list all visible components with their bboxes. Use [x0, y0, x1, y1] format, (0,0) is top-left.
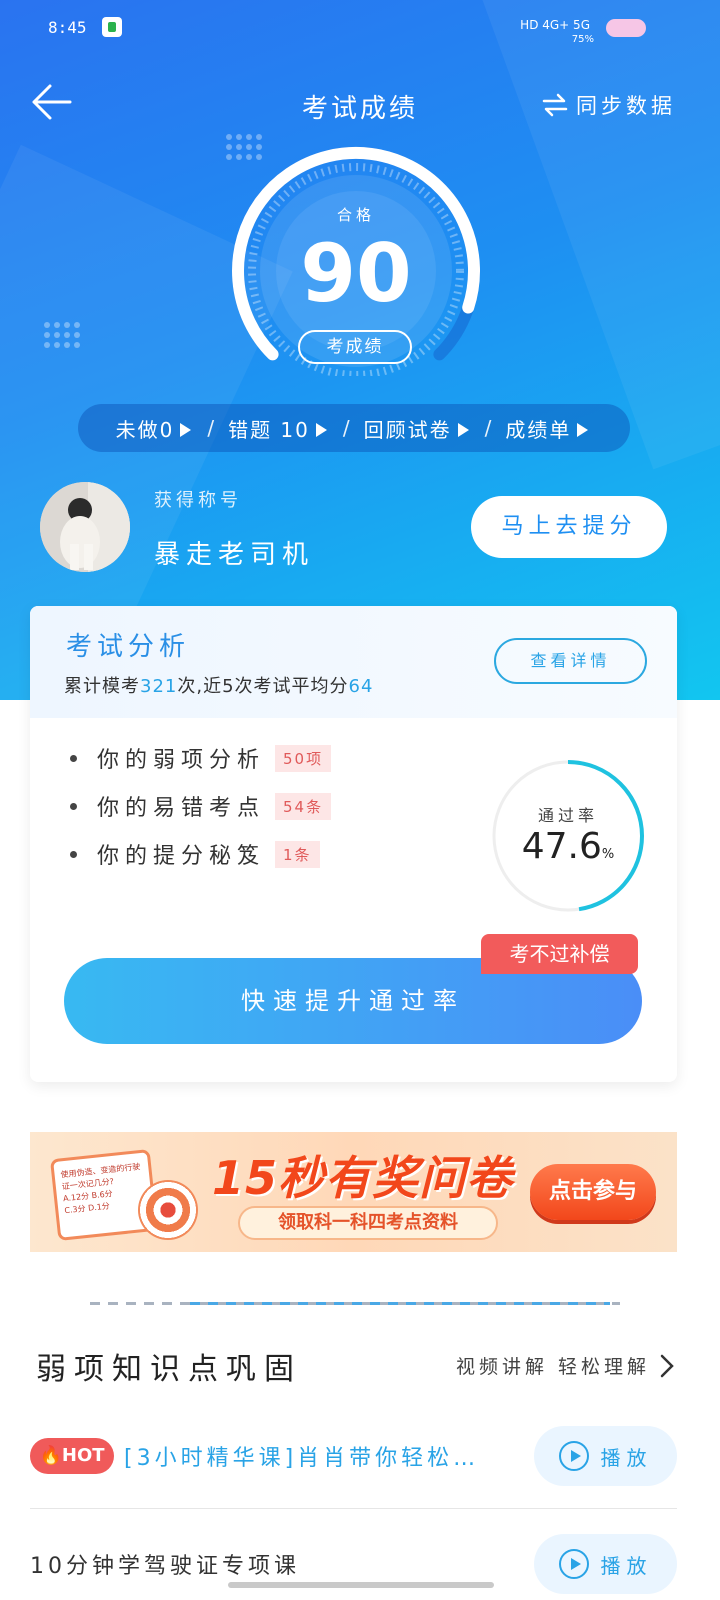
quick-link-wrong[interactable]: 错题 10 — [228, 414, 331, 443]
analysis-list: 你的弱项分析 50项 你的易错考点 54条 你的提分秘笈 1条 — [70, 734, 332, 878]
course-title: 10分钟学驾驶证专项课 — [30, 1554, 300, 1579]
page-indicator — [90, 1302, 620, 1305]
play-triangle-icon — [180, 422, 192, 437]
avatar[interactable] — [40, 482, 130, 572]
course-item[interactable]: 🔥HOT [3小时精华课]肖肖带你轻松… 播放 — [30, 1426, 677, 1486]
hot-badge: 🔥HOT — [30, 1438, 114, 1474]
nickname: 暴走老司机 — [154, 540, 315, 570]
separator: / — [207, 416, 217, 440]
play-icon — [558, 1549, 589, 1579]
count-badge: 50项 — [275, 744, 332, 772]
status-time: 8:45 — [48, 18, 87, 37]
battery-icon — [606, 19, 646, 37]
home-indicator — [228, 1582, 494, 1588]
play-triangle-icon — [315, 422, 327, 437]
avatar-image — [40, 482, 130, 572]
bullet — [70, 802, 77, 810]
bullet — [70, 850, 77, 858]
card-title: 考试分析 — [66, 632, 191, 662]
chevron-right-icon — [660, 1354, 674, 1377]
score-tag: 考成绩 — [298, 330, 412, 364]
bullet — [70, 754, 77, 762]
pass-rate-label: 通过率 — [537, 806, 598, 825]
swap-icon — [542, 93, 568, 117]
pass-rate-value: 47.6% — [521, 826, 615, 867]
separator: / — [342, 416, 352, 440]
improve-score-button[interactable]: 马上去提分 — [471, 496, 667, 558]
exam-score: 90 — [300, 227, 412, 320]
play-triangle-icon — [577, 422, 589, 437]
separator: / — [484, 416, 494, 440]
weak-section-more-link[interactable]: 视频讲解 轻松理解 — [456, 1352, 674, 1379]
banner-headline: 15秒有奖问卷 — [212, 1151, 514, 1205]
page-indicator-active — [190, 1302, 610, 1305]
decor-stripe — [482, 0, 720, 470]
banner-participate-button[interactable]: 点击参与 — [530, 1164, 656, 1220]
top-bar: 考试成绩 同步数据 — [0, 80, 720, 130]
view-details-button[interactable]: 查看详情 — [494, 638, 647, 684]
quick-link-undone[interactable]: 未做0 — [116, 414, 196, 443]
play-triangle-icon — [457, 422, 469, 437]
score-gauge: 合格 90 考成绩 — [226, 146, 486, 379]
network-indicator: HD 4G+ 5G — [520, 18, 590, 32]
exam-summary: 累计模考321次,近5次考试平均分64 — [64, 676, 374, 697]
target-icon — [138, 1180, 198, 1240]
list-item-tips[interactable]: 你的提分秘笈 1条 — [70, 830, 331, 878]
sync-data-button[interactable]: 同步数据 — [542, 90, 676, 120]
battery-text: 75% — [571, 34, 594, 45]
survey-banner[interactable]: 使用伪造、变造的行驶证一次记几分? A.12分 B.6分 C.3分 D.1分 1… — [30, 1132, 677, 1252]
count-badge: 1条 — [275, 840, 320, 868]
weak-section-title: 弱项知识点巩固 — [36, 1352, 302, 1387]
divider — [30, 1508, 677, 1509]
exam-analysis-card: 考试分析 累计模考321次,近5次考试平均分64 查看详情 你的弱项分析 50项 … — [30, 606, 677, 1082]
status-bar: 8:45 HD 4G+ 5G 75% — [0, 14, 720, 45]
list-item-weak-points[interactable]: 你的弱项分析 50项 — [70, 734, 332, 782]
list-item-error-points[interactable]: 你的易错考点 54条 — [70, 782, 332, 830]
sim-icon — [102, 17, 122, 37]
decor-dots — [44, 322, 80, 348]
course-title: [3小时精华课]肖肖带你轻松… — [124, 1446, 480, 1471]
play-button[interactable]: 播放 — [534, 1534, 677, 1594]
play-icon — [558, 1441, 589, 1471]
play-button[interactable]: 播放 — [534, 1426, 677, 1486]
pass-rate-ring: 通过率 47.6% — [490, 758, 646, 914]
quick-link-report[interactable]: 成绩单 — [505, 414, 592, 443]
nickname-label: 获得称号 — [154, 490, 242, 511]
count-badge: 54条 — [275, 792, 332, 820]
pass-status: 合格 — [336, 206, 375, 224]
compensation-tag: 考不过补偿 — [481, 934, 638, 974]
sync-label: 同步数据 — [576, 94, 676, 118]
quick-link-review[interactable]: 回顾试卷 — [364, 414, 473, 443]
quick-links-bar: 未做0 / 错题 10 / 回顾试卷 / 成绩单 — [78, 404, 630, 452]
banner-subline: 领取科一科四考点资料 — [238, 1206, 498, 1240]
